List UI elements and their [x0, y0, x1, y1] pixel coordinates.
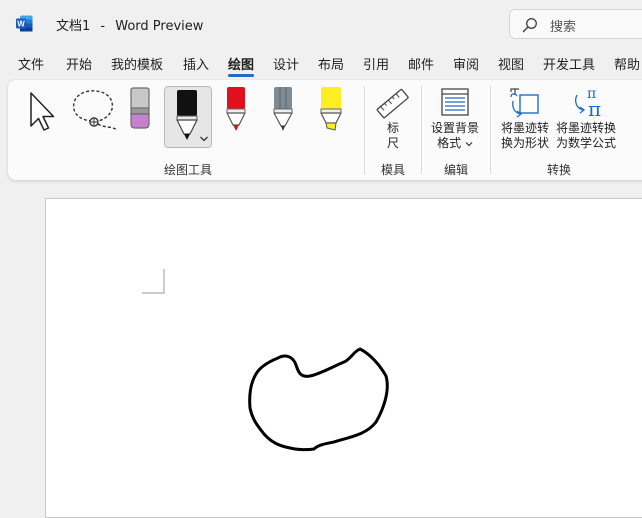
margin-corner-mark: [142, 269, 165, 294]
app-name: Word Preview: [115, 19, 204, 34]
tab-help[interactable]: 帮助: [614, 54, 640, 73]
tab-home[interactable]: 开始: [66, 54, 92, 73]
ink-to-math-icon[interactable]: π π: [572, 85, 608, 119]
eraser-icon[interactable]: [128, 86, 152, 132]
chevron-down-icon[interactable]: [199, 135, 209, 143]
group-label-drawing-tools: 绘图工具: [164, 163, 213, 177]
svg-text:W: W: [17, 20, 25, 29]
group-divider: [490, 86, 491, 174]
ruler-icon[interactable]: [375, 86, 411, 122]
ribbon-tabs: 文件 开始 我的模板 插入 绘图 设计 布局 引用 邮件 审阅 视图 开发工具 …: [0, 50, 642, 76]
tab-draw[interactable]: 绘图: [228, 54, 254, 73]
black-pen-icon: [176, 90, 198, 140]
chevron-down-icon: [465, 142, 473, 147]
black-pen-button[interactable]: [164, 86, 212, 148]
tab-review[interactable]: 审阅: [453, 54, 479, 73]
ink-to-math-label-line2: 为数学公式: [556, 136, 617, 150]
word-logo-icon: W: [16, 15, 33, 32]
tab-mailings[interactable]: 邮件: [408, 54, 434, 73]
tab-design[interactable]: 设计: [273, 54, 299, 73]
ink-to-math-label-line1: 将墨迹转换: [556, 121, 617, 135]
ruler-label-line1: 标: [387, 121, 400, 135]
svg-text:π: π: [588, 97, 601, 119]
ink-stroke-drawing[interactable]: [240, 340, 400, 460]
search-icon: [522, 18, 537, 33]
group-divider: [421, 86, 422, 174]
background-format-icon[interactable]: [440, 87, 470, 117]
tab-my-templates[interactable]: 我的模板: [111, 54, 163, 73]
tab-layout[interactable]: 布局: [318, 54, 344, 73]
ink-to-shape-label-line2: 换为形状: [501, 136, 550, 150]
group-divider: [364, 86, 365, 174]
ink-to-shape-label-line1: 将墨迹转: [501, 121, 550, 135]
group-label-convert: 转换: [547, 163, 572, 177]
active-tab-indicator: [228, 74, 254, 77]
window-title: 文档1 - Word Preview: [56, 15, 203, 34]
tab-file[interactable]: 文件: [18, 54, 44, 73]
group-label-stencils: 模具: [381, 163, 406, 177]
title-separator: -: [100, 19, 106, 34]
lasso-select-icon[interactable]: [70, 88, 120, 134]
ruler-button-label[interactable]: 标 尺: [387, 121, 399, 151]
red-pen-icon[interactable]: [224, 86, 248, 132]
background-format-button-label[interactable]: 设置背景 格式: [431, 121, 479, 151]
search-placeholder: 搜索: [550, 20, 577, 35]
background-label-text: 格式: [437, 136, 462, 150]
ribbon-panel: 标 尺 设置背景 格式 将墨迹转 换为形状 π π 将墨迹转换 为数学公式 绘图…: [8, 80, 642, 180]
ruler-label-line2: 尺: [387, 136, 400, 150]
title-bar: W 文档1 - Word Preview 搜索: [0, 0, 642, 46]
tab-view[interactable]: 视图: [498, 54, 524, 73]
background-label-line2: 格式: [431, 136, 479, 151]
ink-to-shape-icon[interactable]: [508, 87, 542, 119]
highlighter-icon[interactable]: [318, 86, 344, 132]
search-box[interactable]: 搜索: [509, 9, 642, 39]
ink-to-shape-button-label[interactable]: 将墨迹转 换为形状: [501, 121, 549, 151]
background-label-line1: 设置背景: [431, 121, 480, 135]
tab-insert[interactable]: 插入: [183, 54, 209, 73]
group-label-edit: 编辑: [444, 163, 469, 177]
select-arrow-icon[interactable]: [26, 90, 60, 134]
document-name: 文档1: [56, 19, 91, 34]
tab-references[interactable]: 引用: [363, 54, 389, 73]
tab-developer[interactable]: 开发工具: [543, 54, 595, 73]
ink-to-math-button-label[interactable]: 将墨迹转换 为数学公式: [556, 121, 616, 151]
pencil-icon[interactable]: [271, 86, 295, 132]
